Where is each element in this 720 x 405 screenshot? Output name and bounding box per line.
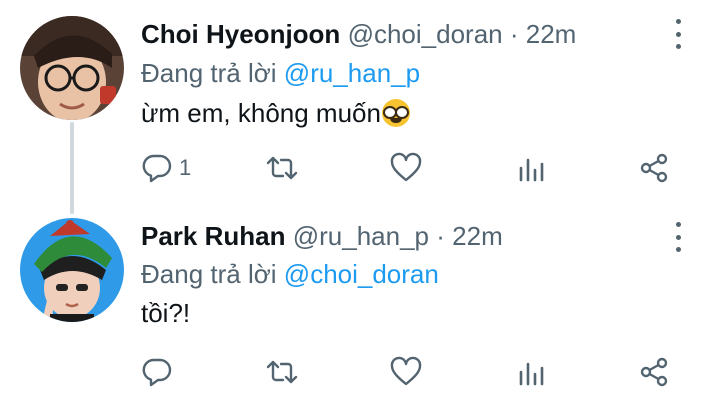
retweet-icon (266, 360, 298, 384)
retweet-button[interactable] (266, 148, 298, 188)
timestamp[interactable]: 22m (526, 19, 577, 49)
tweet-text: ừm em, không muốn (141, 97, 410, 129)
reply-button[interactable] (141, 352, 179, 392)
tweet-text-content: ừm em, không muốn (141, 98, 381, 128)
reply-icon (142, 154, 172, 183)
user-handle[interactable]: @ru_han_p (293, 221, 429, 251)
retweet-icon (266, 156, 298, 180)
nerd-face-emoji (381, 99, 410, 127)
avatar[interactable] (20, 218, 124, 322)
tweet-actions: 1 (0, 148, 720, 188)
tweet-actions (0, 352, 720, 392)
view-stats-button[interactable] (516, 148, 548, 188)
share-icon (640, 153, 668, 183)
like-icon (390, 152, 422, 182)
share-button[interactable] (638, 148, 670, 188)
tweet-header: Park Ruhan @ru_han_p · 22m (141, 220, 503, 252)
replying-to: Đang trả lời @choi_doran (141, 258, 439, 290)
replying-to: Đang trả lời @ru_han_p (141, 57, 420, 89)
more-options-icon[interactable] (666, 222, 690, 252)
user-handle[interactable]: @choi_doran (348, 19, 503, 49)
separator-dot: · (436, 221, 445, 251)
tweet-text: tồi?! (141, 298, 191, 328)
reply-button[interactable]: 1 (141, 148, 191, 188)
like-icon (390, 356, 422, 386)
share-button[interactable] (638, 352, 670, 392)
share-icon (640, 357, 668, 387)
replying-to-label: Đang trả lời (141, 259, 277, 289)
stats-icon (519, 362, 544, 386)
stats-icon (519, 158, 544, 182)
reply-count: 1 (179, 155, 192, 180)
timestamp[interactable]: 22m (452, 221, 503, 251)
tweet[interactable]: Park Ruhan @ru_han_p · 22m Đang trả lời … (0, 206, 720, 405)
display-name[interactable]: Choi Hyeonjoon (141, 19, 340, 49)
tweet-header: Choi Hyeonjoon @choi_doran · 22m (141, 18, 576, 50)
reply-icon (142, 358, 172, 387)
like-button[interactable] (390, 148, 422, 188)
like-button[interactable] (390, 352, 422, 392)
view-stats-button[interactable] (516, 352, 548, 392)
mention-link[interactable]: @ru_han_p (284, 58, 420, 88)
mention-link[interactable]: @choi_doran (284, 259, 439, 289)
avatar[interactable] (20, 16, 124, 120)
separator-dot: · (509, 19, 519, 49)
retweet-button[interactable] (266, 352, 298, 392)
display-name[interactable]: Park Ruhan (141, 221, 286, 251)
more-options-icon[interactable] (666, 19, 690, 49)
tweet[interactable]: Choi Hyeonjoon @choi_doran · 22m Đang tr… (0, 0, 720, 206)
replying-to-label: Đang trả lời (141, 58, 277, 88)
